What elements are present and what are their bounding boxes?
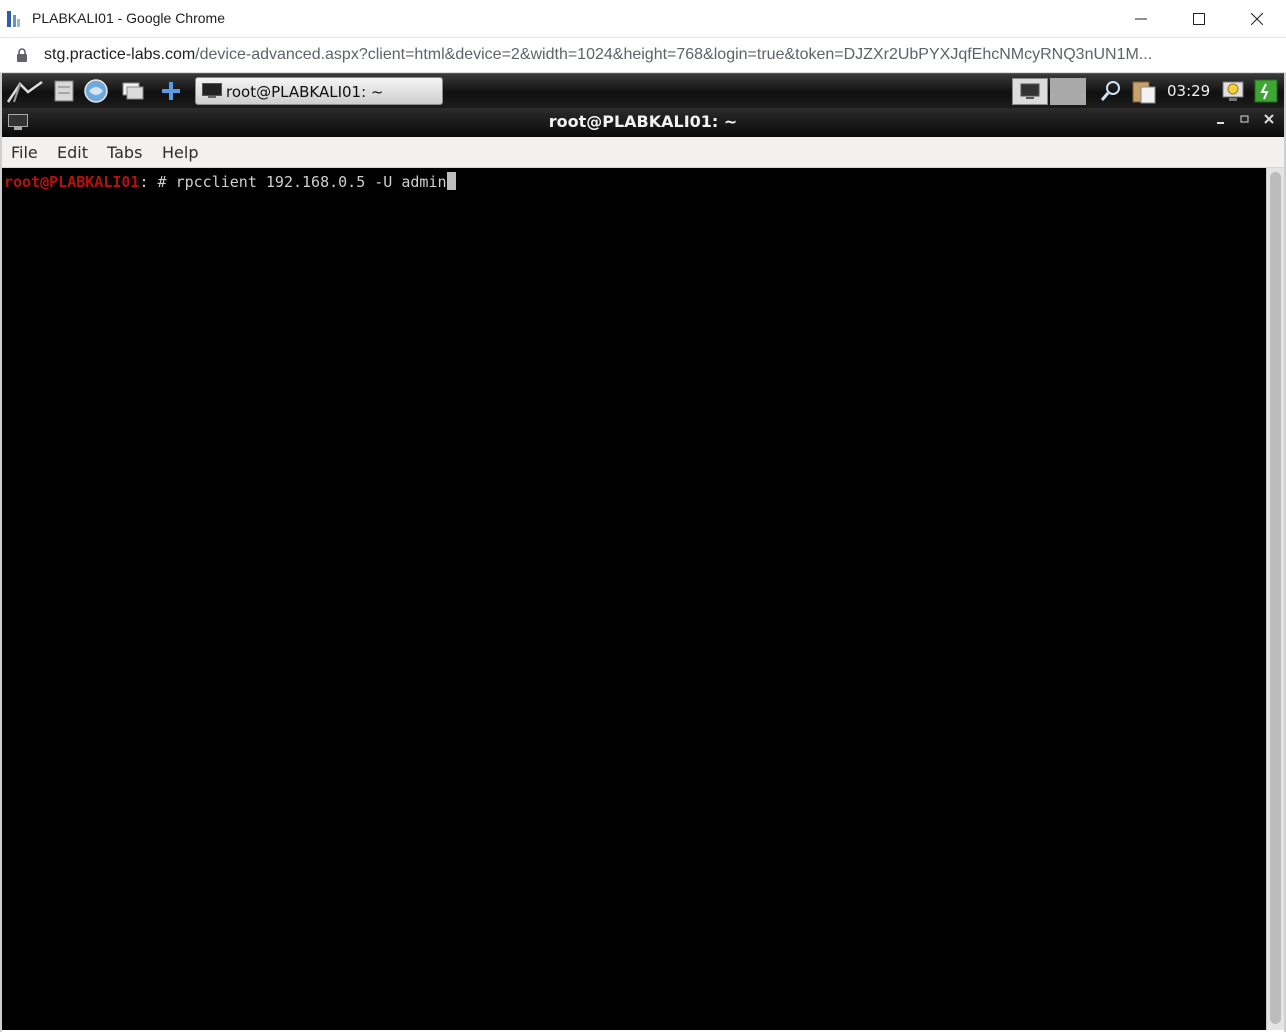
monitor-icon [1020, 83, 1040, 99]
terminal-title: root@PLABKALI01: ~ [548, 112, 738, 131]
prompt-user: root@PLABKALI01 [4, 173, 140, 191]
close-icon [1264, 114, 1274, 124]
url-path: /device-advanced.aspx?client=html&device… [195, 46, 1153, 63]
lock-icon [17, 48, 27, 62]
terminal-close-button[interactable] [1260, 113, 1278, 131]
menu-tabs[interactable]: Tabs [107, 143, 142, 162]
command-text: rpcclient 192.168.0.5 -U admin [175, 173, 447, 191]
terminal-output[interactable]: root@PLABKALI01: # rpcclient 192.168.0.5… [2, 168, 1266, 1030]
command-line: root@PLABKALI01: # rpcclient 192.168.0.5… [4, 172, 456, 191]
terminal-menubar: File Edit Tabs Help [2, 137, 1284, 168]
desktop-pager-1[interactable] [1012, 78, 1048, 105]
logout-icon[interactable] [1253, 78, 1279, 104]
url-host: stg.practice-labs.com [44, 46, 196, 63]
terminal-minimize-button[interactable] [1212, 113, 1230, 131]
panel-clock: 03:29 [1167, 82, 1211, 100]
desktop-panel: root@PLABKALI01: ~ 03:29 [2, 73, 1284, 108]
show-desktop-icon[interactable] [120, 78, 146, 104]
prompt-suffix: : # [139, 173, 176, 191]
maximize-button[interactable] [1170, 0, 1228, 38]
terminal-maximize-button[interactable] [1236, 113, 1254, 131]
taskbar-terminal-button[interactable]: root@PLABKALI01: ~ [195, 77, 443, 105]
close-button[interactable] [1228, 0, 1286, 38]
menu-help[interactable]: Help [162, 143, 198, 162]
browser-titlebar: PLABKALI01 - Google Chrome [0, 0, 1286, 38]
app-icon [7, 11, 20, 27]
browser-icon[interactable] [83, 78, 109, 104]
text-cursor [446, 172, 456, 190]
clipboard-icon[interactable] [1129, 78, 1159, 104]
scrollbar-thumb[interactable] [1270, 172, 1281, 1024]
maximize-icon [1193, 13, 1205, 25]
url-text[interactable]: stg.practice-labs.com/device-advanced.as… [44, 46, 1274, 64]
add-icon[interactable] [158, 78, 184, 104]
address-bar[interactable]: stg.practice-labs.com/device-advanced.as… [0, 38, 1286, 73]
minimize-icon [1135, 18, 1147, 20]
search-icon[interactable] [1098, 78, 1124, 104]
terminal-titlebar: root@PLABKALI01: ~ [2, 108, 1284, 137]
file-manager-icon[interactable] [51, 78, 77, 104]
minimize-button[interactable] [1112, 0, 1170, 38]
taskbar-label: root@PLABKALI01: ~ [226, 83, 384, 101]
browser-window-title: PLABKALI01 - Google Chrome [32, 10, 225, 26]
minimize-icon [1217, 122, 1224, 124]
desktop-pager-2[interactable] [1050, 78, 1086, 105]
terminal-icon [202, 83, 222, 98]
menu-edit[interactable]: Edit [57, 143, 88, 162]
menu-file[interactable]: File [11, 143, 38, 162]
terminal-scrollbar[interactable] [1266, 168, 1284, 1030]
close-icon [1251, 13, 1263, 25]
kali-menu-icon[interactable] [6, 78, 44, 104]
lock-screen-icon[interactable] [1220, 78, 1246, 104]
restore-icon [1240, 115, 1249, 123]
